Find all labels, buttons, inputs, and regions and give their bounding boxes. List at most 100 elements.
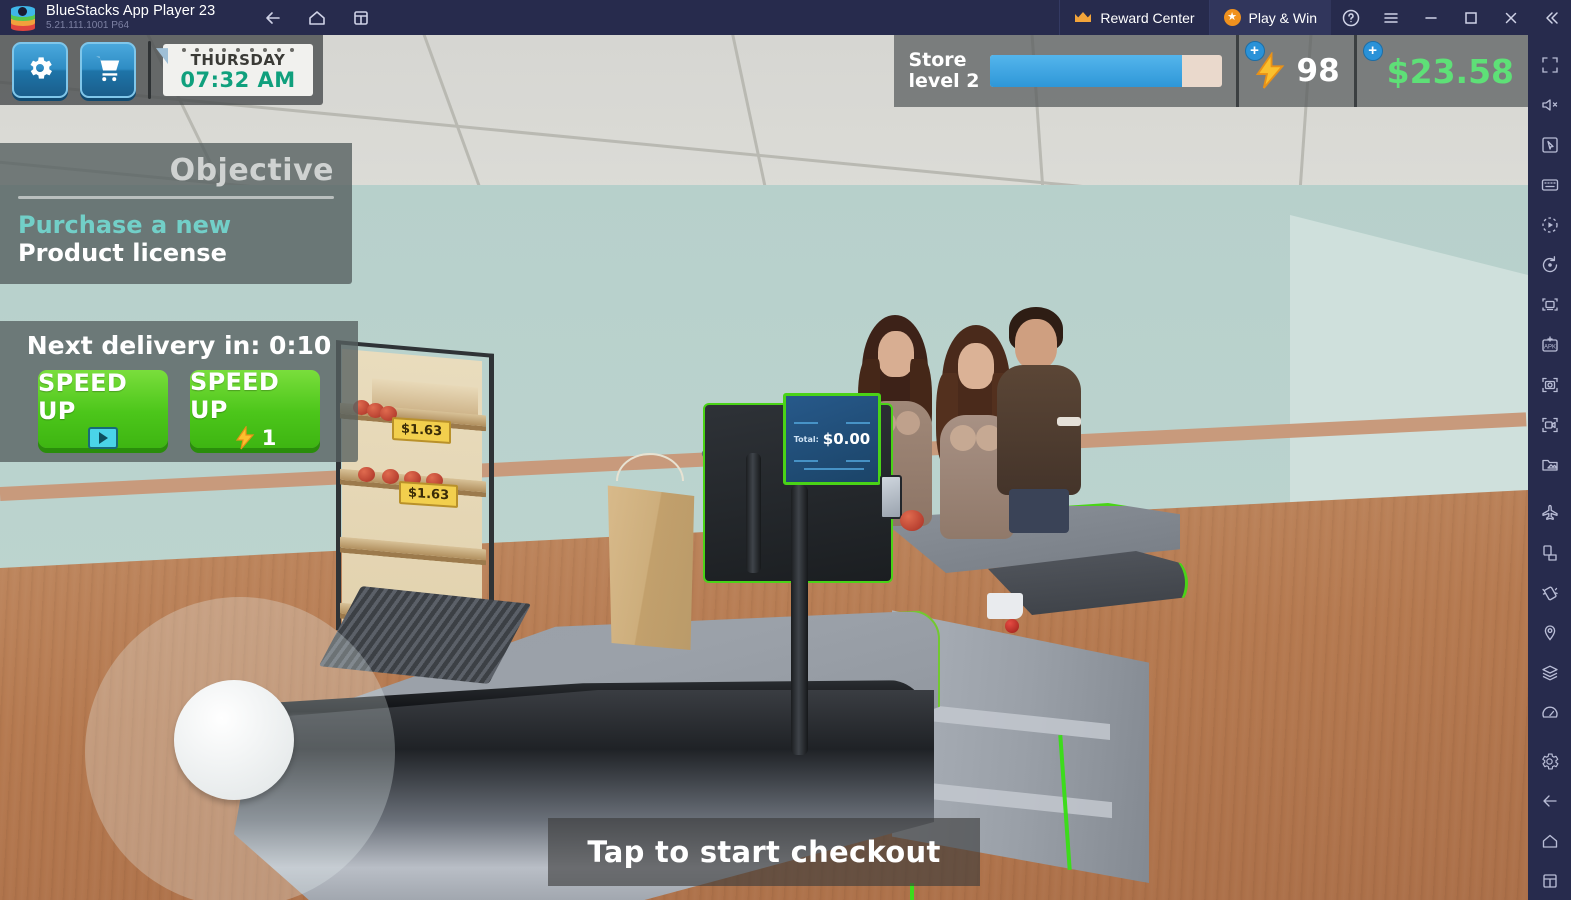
cart-icon	[92, 53, 124, 88]
star-icon: ★	[1223, 9, 1241, 26]
video-ad-icon	[88, 427, 118, 449]
toolbar-divider	[148, 41, 151, 99]
hud-top-left: THURSDAY 07:32 AM	[0, 35, 323, 105]
clock-day: THURSDAY	[190, 51, 286, 70]
gear-icon	[25, 53, 55, 88]
collapse-sidebar-icon[interactable]	[1531, 0, 1571, 35]
speedup-video-label: SPEED UP	[38, 369, 128, 425]
money-value: $23.58	[1386, 51, 1514, 91]
app-version: 5.21.111.1001 P64	[46, 19, 130, 31]
media-manager-icon[interactable]	[1530, 445, 1570, 485]
add-energy-button[interactable]: +	[1244, 41, 1265, 61]
hamburger-menu-icon[interactable]	[1371, 0, 1411, 35]
macro-play-icon[interactable]	[1530, 205, 1570, 245]
apple-item[interactable]	[900, 510, 924, 531]
svg-text:APK: APK	[1543, 345, 1555, 351]
minimize-icon[interactable]	[1411, 0, 1451, 35]
speedup-energy-cost: 1	[261, 426, 277, 450]
divider-pole	[746, 453, 761, 573]
home-outline-icon[interactable]	[1530, 821, 1570, 861]
divider-pole	[791, 485, 808, 755]
speedup-video-sub	[88, 427, 118, 449]
game-viewport[interactable]: $1.63 $1.63 Total: $0.00 THURSDAY 07:32 …	[0, 35, 1528, 900]
price-tag[interactable]: $1.63	[392, 416, 452, 445]
store-level-line1: Store	[908, 49, 967, 72]
help-icon[interactable]	[1331, 0, 1371, 35]
register-monitor: Total: $0.00	[783, 393, 881, 485]
customer-male	[995, 307, 1083, 533]
paper-bag[interactable]	[604, 453, 698, 650]
screenshot-icon[interactable]	[1530, 365, 1570, 405]
multi-instance-manager-icon[interactable]	[1530, 285, 1570, 325]
play-and-win-label: Play & Win	[1248, 9, 1317, 26]
cursor-icon[interactable]	[1530, 125, 1570, 165]
hud-top-right: Store level 2 + 98 + $23.58	[894, 35, 1528, 107]
red-button[interactable]	[1005, 619, 1019, 633]
clock-time: 07:32 AM	[180, 67, 296, 92]
crown-icon	[1074, 11, 1092, 24]
energy-cell[interactable]: + 98	[1235, 35, 1354, 107]
shake-icon[interactable]	[1530, 573, 1570, 613]
shop-button[interactable]	[80, 42, 136, 98]
store-level-cell: Store level 2	[894, 35, 1235, 107]
close-icon[interactable]	[1491, 0, 1531, 35]
home-icon[interactable]	[304, 5, 330, 31]
reward-center-button[interactable]: Reward Center	[1059, 0, 1208, 35]
add-money-button[interactable]: +	[1362, 41, 1383, 61]
app-title: BlueStacks App Player 23	[46, 2, 216, 19]
price-tag[interactable]: $1.63	[399, 480, 459, 509]
title-block: BlueStacks App Player 23 5.21.111.1001 P…	[46, 2, 216, 32]
back-arrow-icon[interactable]	[1530, 781, 1570, 821]
lightning-icon	[234, 425, 256, 450]
register-total-label: Total:	[793, 434, 819, 444]
tap-to-start-checkout-button[interactable]: Tap to start checkout	[548, 818, 980, 886]
customer-phone	[880, 475, 902, 519]
settings-gear-icon[interactable]	[1530, 741, 1570, 781]
store-level-progress-fill	[989, 55, 1183, 87]
speedup-video-button[interactable]: SPEED UP	[38, 369, 168, 449]
money-cell[interactable]: + $23.58	[1353, 35, 1528, 107]
recents-icon[interactable]	[1530, 861, 1570, 900]
mute-icon[interactable]	[1530, 85, 1570, 125]
objective-panel: Objective Purchase a new Product license	[0, 143, 352, 284]
speedup-energy-label: SPEED UP	[190, 368, 280, 424]
settings-button[interactable]	[12, 42, 68, 98]
maximize-icon[interactable]	[1451, 0, 1491, 35]
store-level-label: Store level 2	[908, 50, 979, 91]
register-total-value: $0.00	[822, 430, 871, 448]
titlebar: BlueStacks App Player 23 5.21.111.1001 P…	[0, 0, 1571, 35]
keyboard-controls-icon[interactable]	[1530, 165, 1570, 205]
delivery-panel: Next delivery in: 0:10 SPEED UP SPEED UP…	[0, 321, 358, 462]
objective-text: Purchase a new Product license	[18, 211, 334, 268]
fullscreen-icon[interactable]	[1530, 45, 1570, 85]
install-apk-icon[interactable]: APK	[1530, 325, 1570, 365]
layers-icon[interactable]	[1530, 653, 1570, 693]
multi-instance-icon[interactable]	[348, 5, 374, 31]
bluestacks-sidebar: APK	[1528, 35, 1571, 900]
receipt-roll	[987, 593, 1023, 619]
airplane-icon[interactable]	[1530, 493, 1570, 533]
performance-meter-icon[interactable]	[1530, 693, 1570, 733]
record-rotate-icon[interactable]	[1530, 245, 1570, 285]
rotate-screen-icon[interactable]	[1530, 533, 1570, 573]
screen-record-icon[interactable]	[1530, 405, 1570, 445]
objective-highlight: Purchase a new	[18, 211, 232, 239]
objective-title: Objective	[169, 153, 334, 188]
virtual-joystick-knob[interactable]	[174, 680, 294, 800]
delivery-timer: Next delivery in: 0:10	[26, 331, 332, 360]
speedup-row: SPEED UP SPEED UP 1	[14, 368, 344, 450]
play-and-win-button[interactable]: ★ Play & Win	[1208, 0, 1331, 35]
speedup-energy-sub: 1	[234, 425, 277, 450]
objective-divider	[18, 196, 334, 199]
speedup-energy-button[interactable]: SPEED UP 1	[190, 368, 320, 450]
game-clock: THURSDAY 07:32 AM	[156, 44, 313, 96]
back-icon[interactable]	[260, 5, 286, 31]
objective-rest: Product license	[18, 239, 227, 268]
bluestacks-logo-icon	[10, 5, 36, 31]
nav-buttons	[260, 5, 374, 31]
energy-value: 98	[1296, 53, 1340, 89]
location-icon[interactable]	[1530, 613, 1570, 653]
bluestacks-window: BlueStacks App Player 23 5.21.111.1001 P…	[0, 0, 1571, 900]
reward-center-label: Reward Center	[1100, 9, 1195, 26]
tap-to-start-checkout-label: Tap to start checkout	[587, 835, 941, 869]
